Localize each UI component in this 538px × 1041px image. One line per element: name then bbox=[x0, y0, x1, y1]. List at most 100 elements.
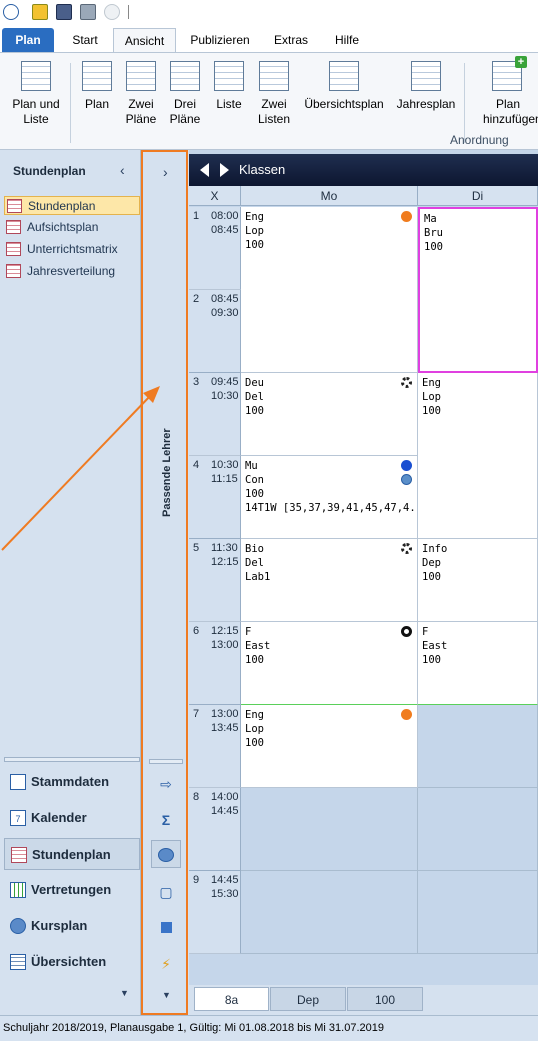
previous-icon[interactable] bbox=[200, 163, 209, 177]
empty-cell[interactable] bbox=[418, 871, 538, 954]
arrow-right-icon[interactable]: ⇨ bbox=[151, 770, 181, 798]
lesson-subject: Eng bbox=[422, 377, 441, 389]
sidebar-item-label: Jahresverteilung bbox=[27, 264, 116, 278]
empty-cell[interactable] bbox=[241, 788, 418, 871]
tab-publizieren[interactable]: Publizieren bbox=[184, 28, 256, 52]
nav-stundenplan[interactable]: Stundenplan bbox=[4, 838, 140, 870]
sidebar-item-jahresverteilung[interactable]: Jahresverteilung bbox=[4, 262, 140, 281]
sidebar-item-aufsichtsplan[interactable]: Aufsichtsplan bbox=[4, 218, 140, 237]
apple-icon bbox=[401, 460, 412, 471]
nav-stammdaten[interactable]: Stammdaten bbox=[4, 766, 140, 798]
clock-icon[interactable] bbox=[3, 4, 19, 20]
folder-open-icon[interactable] bbox=[32, 4, 48, 20]
lesson-di-3[interactable]: Eng Lop 100 bbox=[418, 373, 538, 539]
liste-button[interactable]: Liste bbox=[209, 61, 249, 112]
empty-cell[interactable] bbox=[418, 705, 538, 788]
lesson-di-6[interactable]: F East 100 bbox=[418, 622, 538, 705]
cube-icon[interactable]: ▢ bbox=[151, 878, 181, 906]
collapse-left-icon[interactable]: ‹ bbox=[120, 162, 125, 178]
sidebar-item-label: Stundenplan bbox=[28, 199, 96, 213]
period-8: 8 14:00 14:45 bbox=[189, 788, 241, 871]
zwei-listen-button[interactable]: Zwei Listen bbox=[253, 61, 295, 127]
tab-dep[interactable]: Dep bbox=[270, 987, 346, 1011]
uebersichtsplan-button[interactable]: Übersichtsplan bbox=[302, 61, 386, 112]
chevron-down-icon[interactable]: ▼ bbox=[162, 990, 171, 1000]
period-end: 12:15 bbox=[211, 556, 239, 568]
next-icon[interactable] bbox=[220, 163, 229, 177]
plan-button[interactable]: Plan bbox=[78, 61, 116, 112]
column-mo[interactable]: Mo bbox=[241, 186, 418, 206]
plan-list-icon bbox=[21, 61, 51, 91]
period-4: 4 10:30 11:15 bbox=[189, 456, 241, 539]
period-end: 15:30 bbox=[211, 888, 239, 900]
sidebar-item-label: Aufsichtsplan bbox=[27, 220, 99, 234]
plan-hinzufuegen-button[interactable]: + Plan hinzufügen bbox=[478, 56, 538, 127]
button-label: Plan und bbox=[12, 97, 60, 111]
square-icon[interactable] bbox=[151, 914, 181, 942]
plan-und-liste-button[interactable]: Plan und Liste bbox=[8, 61, 64, 127]
tab-100[interactable]: 100 bbox=[347, 987, 423, 1011]
plan-icon bbox=[82, 61, 112, 91]
lesson-subject: Bio bbox=[245, 543, 264, 555]
splitter[interactable] bbox=[4, 757, 140, 762]
zwei-plaene-button[interactable]: Zwei Pläne bbox=[120, 61, 162, 127]
period-7: 7 13:00 13:45 bbox=[189, 705, 241, 788]
period-number: 6 bbox=[193, 625, 200, 637]
period-number: 8 bbox=[193, 791, 200, 803]
tab-extras[interactable]: Extras bbox=[265, 28, 317, 52]
lesson-room: 100 bbox=[245, 488, 264, 500]
add-plan-icon: + bbox=[492, 56, 527, 91]
lesson-mo-6[interactable]: F East 100 bbox=[241, 622, 418, 705]
ribbon-separator bbox=[70, 63, 71, 143]
empty-cell[interactable] bbox=[241, 871, 418, 954]
lesson-mo-7[interactable]: Eng Lop 100 bbox=[241, 705, 418, 788]
print-icon[interactable] bbox=[80, 4, 96, 20]
empty-cell[interactable] bbox=[418, 788, 538, 871]
tab-8a[interactable]: 8a bbox=[194, 987, 269, 1011]
tab-hilfe[interactable]: Hilfe bbox=[325, 28, 369, 52]
tab-plan[interactable]: Plan bbox=[2, 28, 54, 52]
collapsed-panel-passende-lehrer[interactable]: › ⇨ Σ ▢ ⚡ ▼ bbox=[141, 150, 188, 1015]
pause-icon bbox=[401, 474, 412, 485]
lesson-room: 100 bbox=[424, 241, 443, 253]
period-start: 08:00 bbox=[211, 210, 239, 222]
lightning-icon[interactable]: ⚡ bbox=[151, 950, 181, 978]
save-icon[interactable] bbox=[56, 4, 72, 20]
nav-uebersichten[interactable]: Übersichten bbox=[4, 946, 140, 978]
nav-kalender[interactable]: 7 Kalender bbox=[4, 802, 140, 834]
sidebar-item-stundenplan[interactable]: Stundenplan bbox=[4, 196, 140, 215]
lesson-teacher: Lop bbox=[422, 391, 441, 403]
period-5: 5 11:30 12:15 bbox=[189, 539, 241, 622]
ribbon: Plan und Liste Plan Zwei Pläne Drei Plän… bbox=[0, 52, 538, 150]
lesson-mo-1[interactable]: Eng Lop 100 bbox=[241, 207, 418, 373]
button-label: Liste bbox=[23, 112, 49, 126]
lesson-mo-3[interactable]: Deu Del 100 bbox=[241, 373, 418, 456]
lesson-teacher: East bbox=[422, 640, 448, 652]
chevron-down-icon[interactable]: ▼ bbox=[120, 988, 129, 998]
refresh-icon[interactable] bbox=[104, 4, 120, 20]
splitter[interactable] bbox=[149, 759, 183, 764]
lesson-di-1-selected[interactable]: Ma Bru 100 bbox=[418, 207, 538, 373]
list-icon bbox=[214, 61, 244, 91]
column-di[interactable]: Di bbox=[418, 186, 538, 206]
jahresplan-button[interactable]: Jahresplan bbox=[395, 61, 457, 112]
period-start: 14:00 bbox=[211, 791, 239, 803]
nav-vertretungen[interactable]: Vertretungen bbox=[4, 874, 140, 906]
teachers-icon[interactable] bbox=[151, 840, 181, 868]
sum-icon[interactable]: Σ bbox=[151, 806, 181, 834]
lesson-room: 100 bbox=[245, 737, 264, 749]
lesson-subject: Mu bbox=[245, 460, 258, 472]
sidebar-item-unterrichtsmatrix[interactable]: Unterrichtsmatrix bbox=[4, 240, 140, 259]
drei-plaene-button[interactable]: Drei Pläne bbox=[164, 61, 206, 127]
expand-right-icon[interactable]: › bbox=[163, 164, 168, 180]
nav-kursplan[interactable]: Kursplan bbox=[4, 910, 140, 942]
lesson-di-5[interactable]: Info Dep 100 bbox=[418, 539, 538, 622]
lesson-mo-4[interactable]: Mu Con 100 14T1W [35,37,39,41,45,47,4... bbox=[241, 456, 418, 539]
lesson-subject: Eng bbox=[245, 211, 264, 223]
tab-start[interactable]: Start bbox=[62, 28, 108, 52]
overview-icon bbox=[10, 954, 26, 970]
button-label: Zwei bbox=[128, 97, 154, 111]
tab-ansicht[interactable]: Ansicht bbox=[113, 28, 176, 52]
lesson-teacher: Lop bbox=[245, 723, 264, 735]
lesson-mo-5[interactable]: Bio Del Lab1 bbox=[241, 539, 418, 622]
